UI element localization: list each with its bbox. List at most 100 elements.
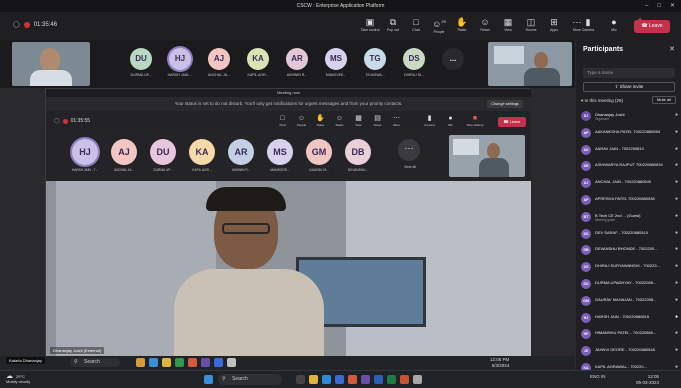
teams-icon[interactable] xyxy=(361,375,370,384)
leave-button[interactable]: ☎ Leave xyxy=(634,20,670,33)
video-tile-right[interactable] xyxy=(488,42,572,86)
toolbar-view[interactable]: ▦ View xyxy=(498,16,518,34)
windows-start-icon[interactable] xyxy=(204,375,213,384)
powerpoint-icon[interactable] xyxy=(400,375,409,384)
avatar-du[interactable]: DU xyxy=(130,48,152,70)
inner-avatar-ms[interactable]: MS xyxy=(267,139,293,165)
mic-off-icon: ● xyxy=(674,212,678,219)
word-icon[interactable] xyxy=(374,375,383,384)
list-item[interactable]: AP APRESHA PATEL 700220880538 ● xyxy=(580,192,680,209)
app-icon[interactable] xyxy=(162,358,171,367)
inner-avatar-gm[interactable]: GM xyxy=(306,139,332,165)
task-view-icon[interactable] xyxy=(296,375,305,384)
smile-icon: ☺ xyxy=(480,17,490,27)
stop-sharing-button[interactable]: ■ Stop sharing xyxy=(463,114,487,127)
camera-button[interactable]: ▮ Camera xyxy=(578,16,598,32)
toolbar-pop-out[interactable]: ⧉ Pop out xyxy=(383,16,403,34)
inner-react[interactable]: ☺ React xyxy=(331,114,348,127)
person-head xyxy=(534,52,548,69)
list-item[interactable]: AR AISHWARYA RAJPUT 700220880534 ● xyxy=(580,158,680,175)
edge-icon[interactable] xyxy=(322,375,331,384)
list-item[interactable]: HP HIMANSHU PATEL - 700220880... ● xyxy=(580,326,680,343)
inner-chat[interactable]: □ Chat xyxy=(274,114,291,127)
phone-icon: ☎ xyxy=(641,23,649,29)
app-icon[interactable] xyxy=(149,358,158,367)
inner-leave-button[interactable]: ☎ Leave xyxy=(498,117,526,127)
app-icon[interactable] xyxy=(214,358,223,367)
close-icon[interactable]: ✕ xyxy=(669,45,675,53)
avatar-ka[interactable]: KA xyxy=(247,48,269,70)
avatar-hj[interactable]: HJ xyxy=(169,48,191,70)
toolbar-apps[interactable]: ⊞ Apps xyxy=(544,16,564,34)
app-icon[interactable] xyxy=(175,358,184,367)
list-item[interactable]: AP AAKANKSHA PATEL 700220880554 ● xyxy=(580,125,680,142)
list-item[interactable]: DU DURMA UPADHYAY - 70022085... ● xyxy=(580,276,680,293)
meeting-timer: 01:35:46 xyxy=(33,21,58,28)
avatar: HJ xyxy=(581,312,591,323)
chrome-icon[interactable] xyxy=(348,375,357,384)
avatar-tg[interactable]: TG xyxy=(364,48,386,70)
excel-icon[interactable] xyxy=(387,375,396,384)
mic-button[interactable]: ● Mic xyxy=(604,16,624,32)
mute-all-button[interactable]: Mute all xyxy=(652,96,676,104)
participant-gallery: DU DURMA UP... HJ HARSH JAIN ... AJ ANCH… xyxy=(0,40,575,88)
list-item[interactable]: DS DEV SARAF - 700220880510 ● xyxy=(580,226,680,243)
inner-video-tile[interactable] xyxy=(449,135,525,177)
minimize-button[interactable]: – xyxy=(645,0,648,12)
toolbar-chat[interactable]: □ Chat xyxy=(406,16,426,34)
inner-view[interactable]: ▦ View xyxy=(350,114,367,127)
view-all-button[interactable]: ⋯ xyxy=(398,139,420,161)
app-icon[interactable] xyxy=(227,358,236,367)
list-item[interactable]: DB DEVANSHU BHONDE - 7002200... ● xyxy=(580,242,680,259)
inner-avatar-hj[interactable]: HJ xyxy=(72,139,98,165)
share-invite-button[interactable]: ⇧ Share invite xyxy=(583,82,675,92)
app-icon[interactable] xyxy=(136,358,145,367)
toolbar-raise[interactable]: ✋ Raise xyxy=(452,16,472,34)
weather-widget[interactable]: ☁ 29°C Mostly cloudy xyxy=(6,373,30,384)
change-settings-button[interactable]: Change settings xyxy=(487,100,523,108)
video-tile-left[interactable] xyxy=(12,42,90,86)
mail-icon[interactable] xyxy=(335,375,344,384)
toolbar-react[interactable]: ☺ React xyxy=(475,16,495,34)
list-item[interactable]: BT B Tech CE 2nd ... (Guest) Meeting guest… xyxy=(580,209,680,226)
avatar-ms[interactable]: MS xyxy=(325,48,347,70)
participant-search-input[interactable]: Type a name xyxy=(583,68,675,78)
toolbar-people[interactable]: ☺29 People xyxy=(429,16,449,34)
inner-gallery: HJ HARSH JAIN - 7... AJ ANCHAL JA... DU … xyxy=(46,131,531,181)
gallery-more-button[interactable]: ... xyxy=(442,48,464,70)
inner-avatar-db[interactable]: DB xyxy=(345,139,371,165)
app-icon[interactable] xyxy=(413,375,422,384)
avatar-ds[interactable]: DS xyxy=(403,48,425,70)
list-item[interactable]: JD JAHNVI DEORE - 700220880548 ● xyxy=(580,343,680,360)
taskbar-search-box[interactable]: ⚲ Search xyxy=(218,374,282,385)
inner-camera-button[interactable]: ▮ Camera xyxy=(421,114,438,127)
toolbar-take-control[interactable]: ▣ Take control xyxy=(360,16,380,34)
system-clock[interactable]: 12:05 05-03-2024 xyxy=(636,374,659,386)
shared-search-box[interactable]: ⚲ Search xyxy=(70,358,120,367)
inner-avatar-ka[interactable]: KA xyxy=(189,139,215,165)
rooms-icon: ◫ xyxy=(526,17,536,27)
inner-more[interactable]: ⋯ More xyxy=(388,114,405,127)
inner-avatar-aj[interactable]: AJ xyxy=(111,139,137,165)
mic-off-icon: ● xyxy=(674,195,678,202)
toolbar-rooms[interactable]: ◫ Rooms xyxy=(521,16,541,34)
maximize-button[interactable]: □ xyxy=(657,0,661,12)
inner-people[interactable]: ☺ People xyxy=(293,114,310,127)
avatar-aj[interactable]: AJ xyxy=(208,48,230,70)
close-button[interactable]: ✕ xyxy=(670,0,675,12)
app-icon[interactable] xyxy=(201,358,210,367)
file-explorer-icon[interactable] xyxy=(309,375,318,384)
avatar-ar[interactable]: AR xyxy=(286,48,308,70)
inner-avatar-ar[interactable]: AR xyxy=(228,139,254,165)
app-icon[interactable] xyxy=(188,358,197,367)
list-item[interactable]: AJ ANCHAL JAIN - 700220880540 ● xyxy=(580,175,680,192)
inner-avatar-du[interactable]: DU xyxy=(150,139,176,165)
inner-notes[interactable]: ▤ Notes xyxy=(369,114,386,127)
list-item[interactable]: GM GAURAV MAHAJAN - 70022008... ● xyxy=(580,293,680,310)
list-item[interactable]: AS AARAV JAIN - 7002200810 ● xyxy=(580,142,680,159)
list-item[interactable]: DS DHIRAJ SURYAWANSHI - 700223... ● xyxy=(580,259,680,276)
inner-mic-button[interactable]: ● Mic xyxy=(442,114,459,127)
list-item[interactable]: HJ HARSH JAIN - 700220880815 ● xyxy=(580,310,680,327)
list-item[interactable]: DJ Dhananjay Joshi Organizer ● xyxy=(580,108,680,125)
inner-raise[interactable]: ✋ Raise xyxy=(312,114,329,127)
